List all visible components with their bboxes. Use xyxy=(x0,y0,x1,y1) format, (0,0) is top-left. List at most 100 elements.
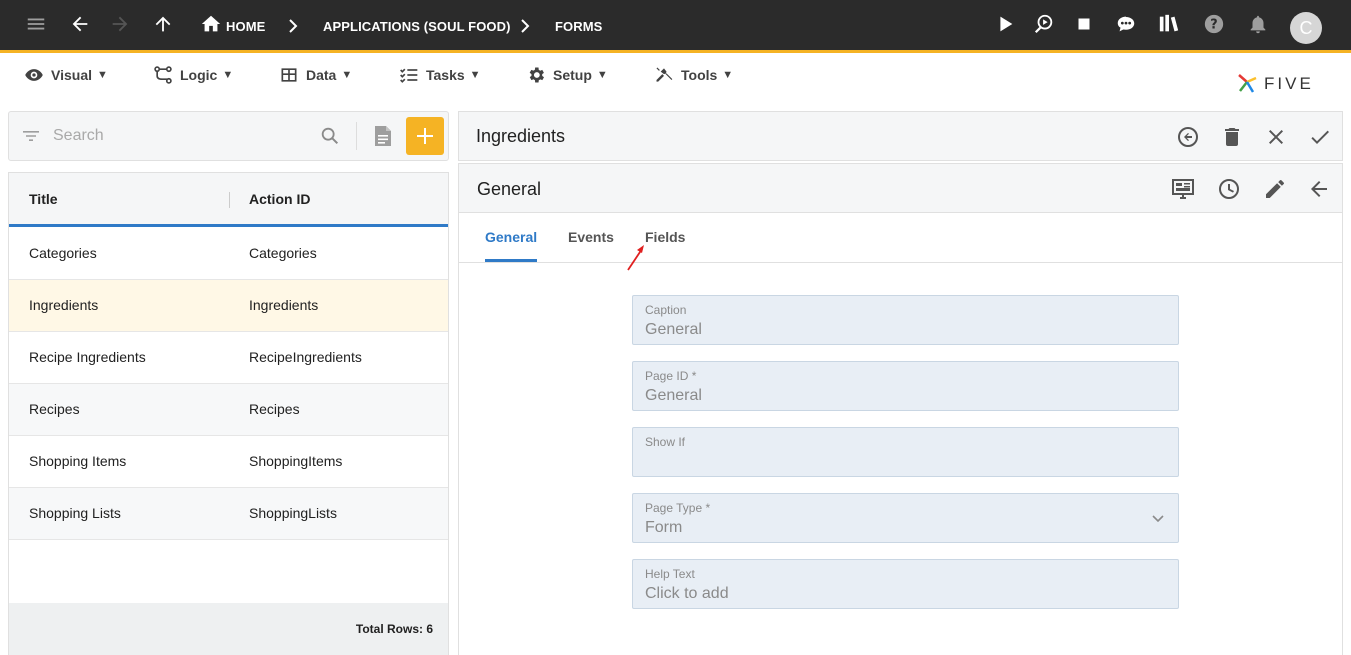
divider xyxy=(356,122,357,150)
caret-down-icon: ▼ xyxy=(469,69,481,81)
edit-button[interactable] xyxy=(1263,177,1287,201)
active-tab-indicator xyxy=(485,259,537,262)
five-logo-text: FIVE xyxy=(1264,74,1314,93)
column-divider[interactable] xyxy=(229,192,230,208)
menu-data[interactable]: Data ▼ xyxy=(279,64,352,86)
cell-title: Shopping Lists xyxy=(29,505,121,521)
hamburger-menu-icon[interactable] xyxy=(24,12,48,36)
monitor-icon xyxy=(1172,179,1194,199)
run-preview-icon[interactable] xyxy=(1032,12,1056,36)
chevron-right-icon xyxy=(517,16,533,36)
breadcrumb-forms[interactable]: FORMS xyxy=(555,19,602,34)
back-arrow-icon xyxy=(1311,181,1327,197)
five-logo: FIVE xyxy=(1236,70,1328,98)
form-header: Ingredients xyxy=(458,111,1343,161)
notification-bell-icon[interactable] xyxy=(1246,12,1270,36)
library-icon[interactable] xyxy=(1157,12,1181,36)
cell-title: Recipes xyxy=(29,401,80,417)
breadcrumb-home[interactable]: HOME xyxy=(226,19,265,34)
history-back-button[interactable] xyxy=(1176,125,1200,149)
show-if-field[interactable]: Show If xyxy=(632,427,1179,477)
logic-icon xyxy=(154,66,172,84)
tab-general[interactable]: General xyxy=(485,229,537,245)
menu-logic-label: Logic xyxy=(180,67,218,83)
user-avatar[interactable]: C xyxy=(1290,12,1322,44)
five-logo-mark-icon xyxy=(1238,74,1257,93)
forward-arrow-icon[interactable] xyxy=(108,12,132,36)
home-icon[interactable] xyxy=(199,12,223,36)
table-icon xyxy=(281,68,297,82)
forms-list-grid: Title Action ID Categories Categories In… xyxy=(8,172,449,655)
plus-icon xyxy=(417,128,433,144)
top-bar: HOME APPLICATIONS (SOUL FOOD) FORMS ? C xyxy=(0,0,1351,53)
back-arrow-icon[interactable] xyxy=(68,12,92,36)
column-header-title[interactable]: Title xyxy=(29,191,58,207)
document-icon[interactable] xyxy=(372,124,394,148)
tab-fields[interactable]: Fields xyxy=(645,229,685,245)
trash-icon xyxy=(1225,128,1239,146)
svg-text:?: ? xyxy=(1210,18,1217,33)
pencil-icon xyxy=(1266,180,1284,198)
search-icon[interactable] xyxy=(319,125,341,147)
save-button[interactable] xyxy=(1308,125,1332,149)
play-icon[interactable] xyxy=(993,12,1017,36)
check-icon xyxy=(1311,130,1329,144)
search-bar: Search xyxy=(8,111,449,161)
table-row-selected[interactable]: Ingredients Ingredients xyxy=(9,280,448,332)
table-row[interactable]: Recipes Recipes xyxy=(9,384,448,436)
page-type-value: Form xyxy=(645,519,683,536)
menu-tools[interactable]: Tools ▼ xyxy=(654,64,733,86)
caret-down-icon: ▼ xyxy=(222,69,234,81)
breadcrumb-applications[interactable]: APPLICATIONS (SOUL FOOD) xyxy=(323,19,511,34)
history-button[interactable] xyxy=(1217,177,1241,201)
help-text-field[interactable]: Help Text Click to add xyxy=(632,559,1179,609)
filter-icon[interactable] xyxy=(21,126,41,146)
menu-setup[interactable]: Setup ▼ xyxy=(526,64,608,86)
caret-down-icon: ▼ xyxy=(97,69,108,81)
caption-value: General xyxy=(645,321,702,338)
up-arrow-icon[interactable] xyxy=(151,12,175,36)
chat-bot-icon[interactable] xyxy=(1114,12,1138,36)
eye-icon xyxy=(25,69,43,81)
add-record-button[interactable] xyxy=(406,117,444,155)
caption-field[interactable]: Caption General xyxy=(632,295,1179,345)
table-row[interactable]: Recipe Ingredients RecipeIngredients xyxy=(9,332,448,384)
help-icon[interactable]: ? xyxy=(1202,12,1226,36)
delete-button[interactable] xyxy=(1220,125,1244,149)
help-text-label: Help Text xyxy=(645,567,695,581)
gear-icon xyxy=(529,67,544,83)
menu-tools-label: Tools xyxy=(681,67,718,83)
annotation-arrow-icon xyxy=(627,245,644,271)
column-header-action-id[interactable]: Action ID xyxy=(249,191,310,207)
chevron-down-icon[interactable] xyxy=(1150,510,1166,526)
back-button[interactable] xyxy=(1307,177,1331,201)
close-button[interactable] xyxy=(1264,125,1288,149)
menu-logic[interactable]: Logic ▼ xyxy=(153,64,233,86)
menu-setup-label: Setup xyxy=(553,67,592,83)
show-if-label: Show If xyxy=(645,435,686,449)
tab-bar: General Events Fields xyxy=(459,213,1342,263)
preview-screen-button[interactable] xyxy=(1171,177,1195,201)
page-header: General xyxy=(458,163,1343,213)
table-row[interactable]: Categories Categories xyxy=(9,228,448,280)
tools-icon xyxy=(656,67,673,82)
page-title: General xyxy=(477,179,542,199)
caption-label: Caption xyxy=(645,303,687,317)
cell-action-id: RecipeIngredients xyxy=(249,349,362,365)
tab-events[interactable]: Events xyxy=(568,229,614,245)
page-id-value: General xyxy=(645,387,702,404)
cell-action-id: Recipes xyxy=(249,401,300,417)
menu-visual[interactable]: Visual ▼ xyxy=(24,64,108,86)
menu-tasks[interactable]: Tasks ▼ xyxy=(399,64,481,86)
page-type-select[interactable]: Page Type * Form xyxy=(632,493,1179,543)
table-row[interactable]: Shopping Lists ShoppingLists xyxy=(9,488,448,540)
caret-down-icon: ▼ xyxy=(596,69,608,81)
table-row[interactable]: Shopping Items ShoppingItems xyxy=(9,436,448,488)
cell-title: Ingredients xyxy=(29,297,99,313)
stop-icon[interactable] xyxy=(1072,12,1096,36)
cell-title: Recipe Ingredients xyxy=(29,349,146,365)
grid-footer: Total Rows: 6 xyxy=(9,603,448,655)
search-input[interactable]: Search xyxy=(53,127,104,145)
page-id-field[interactable]: Page ID * General xyxy=(632,361,1179,411)
cell-action-id: Categories xyxy=(249,245,317,261)
